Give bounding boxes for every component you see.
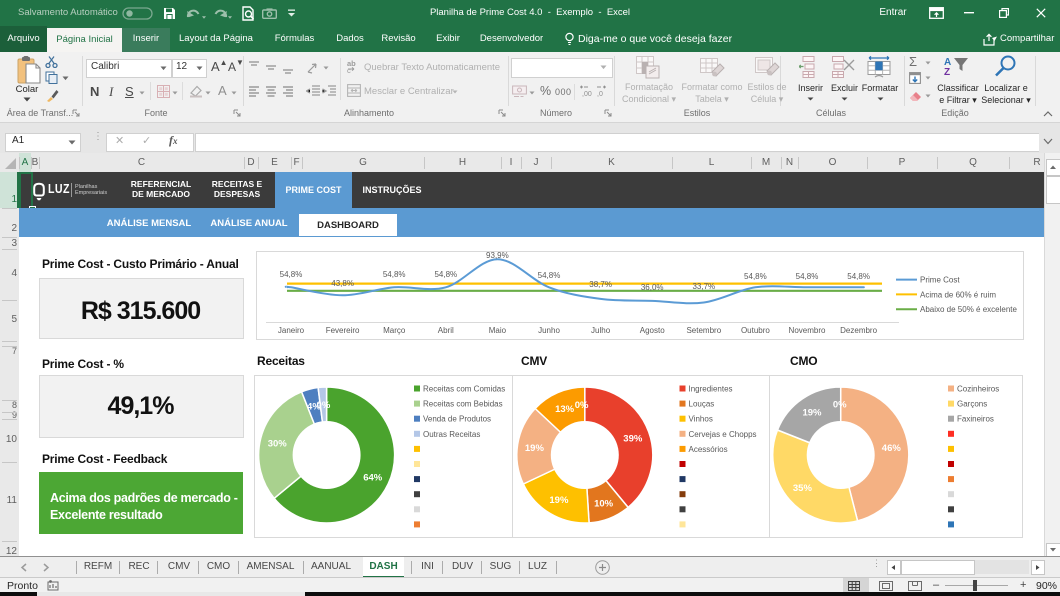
svg-text:Fevereiro: Fevereiro	[326, 326, 360, 335]
svg-text:64%: 64%	[363, 473, 383, 484]
svg-text:Ingredientes: Ingredientes	[689, 385, 733, 394]
svg-text:,00: ,00	[582, 91, 592, 97]
svg-text:54,8%: 54,8%	[434, 270, 457, 279]
svg-text:54,8%: 54,8%	[744, 272, 767, 281]
svg-text:10%: 10%	[594, 498, 614, 509]
svg-text:Faxineiros: Faxineiros	[957, 415, 994, 424]
svg-text:Receitas com Comidas: Receitas com Comidas	[423, 385, 505, 394]
svg-text:Acima de 60% é ruim: Acima de 60% é ruim	[920, 290, 996, 299]
svg-text:54,8%: 54,8%	[280, 270, 303, 279]
svg-text:Maio: Maio	[489, 326, 507, 335]
svg-text:54,8%: 54,8%	[538, 271, 561, 280]
svg-text:Receitas com Bebidas: Receitas com Bebidas	[423, 400, 503, 409]
svg-text:54,8%: 54,8%	[383, 270, 406, 279]
svg-text:43,8%: 43,8%	[331, 279, 354, 288]
svg-text:Prime Cost: Prime Cost	[920, 276, 960, 285]
svg-text:Venda de Produtos: Venda de Produtos	[423, 415, 491, 424]
svg-text:Cozinheiros: Cozinheiros	[957, 385, 999, 394]
svg-text:54,8%: 54,8%	[796, 272, 819, 281]
svg-text:Z: Z	[944, 67, 950, 76]
svg-text:33,7%: 33,7%	[692, 282, 715, 291]
svg-text:19%: 19%	[549, 495, 569, 506]
svg-text:13%: 13%	[555, 404, 575, 415]
svg-text:Abril: Abril	[438, 326, 454, 335]
svg-text:Cervejas e Chopps: Cervejas e Chopps	[689, 430, 757, 439]
svg-text:Outras Receitas: Outras Receitas	[423, 430, 480, 439]
svg-text:38,7%: 38,7%	[589, 280, 612, 289]
svg-text:Setembro: Setembro	[686, 326, 721, 335]
svg-text:0%: 0%	[317, 400, 331, 411]
svg-text:19%: 19%	[802, 407, 822, 418]
svg-text:93,9%: 93,9%	[486, 251, 509, 260]
svg-text:Novembro: Novembro	[789, 326, 826, 335]
svg-text:Garçons: Garçons	[957, 400, 987, 409]
svg-text:Março: Março	[383, 326, 406, 335]
svg-text:19%: 19%	[525, 443, 545, 454]
svg-text:30%: 30%	[268, 438, 288, 449]
svg-text:c: c	[347, 66, 351, 73]
svg-text:Julho: Julho	[591, 326, 611, 335]
svg-text:0%: 0%	[833, 400, 847, 411]
svg-text:46%: 46%	[882, 443, 902, 454]
svg-text:Abaixo de 50% é excelente: Abaixo de 50% é excelente	[920, 305, 1018, 314]
svg-text:Vinhos: Vinhos	[689, 415, 713, 424]
svg-text:,0: ,0	[597, 91, 603, 97]
svg-text:Janeiro: Janeiro	[278, 326, 305, 335]
svg-text:0%: 0%	[575, 400, 589, 411]
svg-text:Outubro: Outubro	[741, 326, 770, 335]
svg-text:35%: 35%	[793, 483, 813, 494]
svg-text:54,8%: 54,8%	[847, 272, 870, 281]
svg-text:Acessórios: Acessórios	[689, 445, 728, 454]
svg-text:Junho: Junho	[538, 326, 560, 335]
svg-text:Agosto: Agosto	[640, 326, 665, 335]
svg-text:36,0%: 36,0%	[641, 283, 664, 292]
svg-text:39%: 39%	[623, 434, 643, 445]
svg-text:Louças: Louças	[689, 400, 715, 409]
svg-text:Dezembro: Dezembro	[840, 326, 877, 335]
